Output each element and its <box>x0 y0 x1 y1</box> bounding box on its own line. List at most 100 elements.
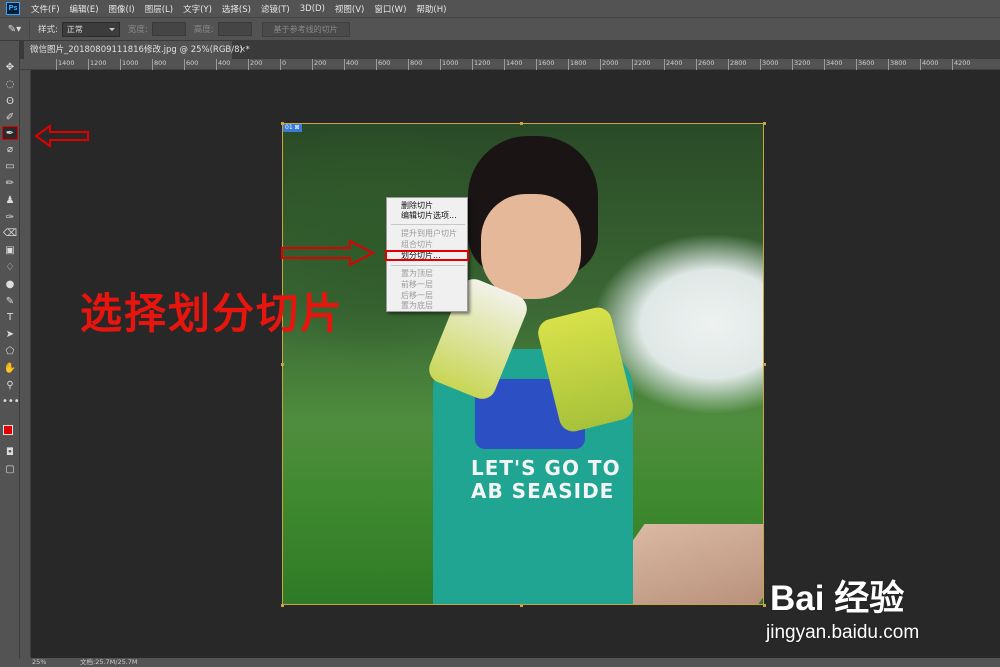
slice-handle-left[interactable] <box>281 363 284 366</box>
slice-select-tool-icon[interactable]: ✒ <box>2 126 18 140</box>
eyedropper-tool-icon[interactable]: ⌀ <box>2 143 18 157</box>
menu-view[interactable]: 视图(V) <box>330 3 369 15</box>
menu-type[interactable]: 文字(Y) <box>178 3 217 15</box>
menu-help[interactable]: 帮助(H) <box>411 3 451 15</box>
width-label: 宽度: <box>127 25 148 35</box>
ruler-tick-label: 0 <box>279 59 287 70</box>
hand-tool-icon[interactable]: ✋ <box>2 362 18 376</box>
slice-handle-top[interactable] <box>520 122 523 125</box>
menu-item-send-backward: 后移一层 <box>401 291 433 300</box>
ruler-tick-label: 1800 <box>568 59 587 70</box>
slice-handle-right[interactable] <box>763 363 766 366</box>
type-tool-icon[interactable]: T <box>2 311 18 325</box>
move-tool-icon[interactable]: ✥ <box>2 61 18 75</box>
menu-3d[interactable]: 3D(D) <box>295 4 330 14</box>
menu-select[interactable]: 选择(S) <box>217 3 256 15</box>
zoom-level[interactable]: 25% <box>32 658 46 667</box>
path-select-tool-icon[interactable]: ➤ <box>2 328 18 342</box>
quick-mask-icon[interactable]: ◘ <box>2 446 18 460</box>
menu-image[interactable]: 图像(I) <box>104 3 140 15</box>
slice-handle-top-right[interactable] <box>763 122 766 125</box>
document-canvas[interactable]: LET'S GO TO AB SEASIDE 01 ⊠ <box>282 123 764 605</box>
slices-from-guides-button[interactable]: 基于参考线的切片 <box>261 21 350 37</box>
menu-item-bring-forward: 前移一层 <box>401 280 433 289</box>
width-field[interactable] <box>151 22 186 36</box>
shirt-text: LET'S GO TO AB SEASIDE <box>471 457 621 503</box>
arrow-to-tool-icon <box>34 124 89 148</box>
more-tools-icon[interactable]: ••• <box>2 395 20 409</box>
stamp-tool-icon[interactable]: ♟ <box>2 194 18 208</box>
slice-handle-bottom[interactable] <box>520 604 523 607</box>
zoom-tool-icon[interactable]: ⚲ <box>2 379 18 393</box>
lasso-tool-icon[interactable]: ʘ <box>2 95 18 109</box>
height-field[interactable] <box>217 22 252 36</box>
ruler-tick-label: 1200 <box>88 59 107 70</box>
menu-window[interactable]: 窗口(W) <box>369 3 411 15</box>
document-tab-bar: 微信图片_20180809111816修改.jpg @ 25%(RGB/8) *… <box>20 41 1000 59</box>
menu-bar: Ps 文件(F) 编辑(E) 图像(I) 图层(L) 文字(Y) 选择(S) 滤… <box>0 0 1000 17</box>
brush-tool-icon[interactable]: ✏ <box>2 177 18 191</box>
options-bar: ✎▾ 样式: 正常 宽度: 高度: 基于参考线的切片 <box>0 17 1000 41</box>
status-bar: 25% 文档:25.7M/25.7M <box>0 658 1000 667</box>
document-tab-title: 微信图片_20180809111816修改.jpg @ 25%(RGB/8) * <box>30 45 250 55</box>
ruler-tick-label: 1400 <box>56 59 75 70</box>
tools-panel: ✥ ◌ ʘ ✐ ✒ ⌀ ▭ ✏ ♟ ✑ ⌫ ▣ ♢ ● ✎ T ➤ ⬠ ✋ ⚲ … <box>0 41 20 658</box>
height-label: 高度: <box>193 25 214 35</box>
ruler-tick-label: 600 <box>375 59 391 70</box>
marquee-tool-icon[interactable]: ◌ <box>2 78 18 92</box>
shape-tool-icon[interactable]: ⬠ <box>2 345 18 359</box>
shirt-text-line2: AB SEASIDE <box>471 479 615 503</box>
foreground-color-swatch[interactable] <box>3 425 13 435</box>
vertical-ruler <box>20 70 31 658</box>
menu-edit[interactable]: 编辑(E) <box>65 3 104 15</box>
ruler-tick-label: 400 <box>215 59 231 70</box>
ruler-tick-label: 3200 <box>792 59 811 70</box>
ruler-tick-label: 1000 <box>120 59 139 70</box>
quick-select-tool-icon[interactable]: ✐ <box>2 111 18 125</box>
divide-slice-highlight-box <box>385 250 469 261</box>
menu-layer[interactable]: 图层(L) <box>140 3 178 15</box>
ruler-tick-label: 3400 <box>824 59 843 70</box>
ruler-tick-label: 2200 <box>632 59 651 70</box>
eraser-tool-icon[interactable]: ⌫ <box>2 227 18 241</box>
menu-filter[interactable]: 滤镜(T) <box>256 3 295 15</box>
style-select[interactable]: 正常 <box>61 21 120 37</box>
document-size-info[interactable]: 文档:25.7M/25.7M <box>80 658 138 667</box>
slice-handle-top-left[interactable] <box>281 122 284 125</box>
ruler-tick-label: 2800 <box>728 59 747 70</box>
slice-select-tool-preset[interactable]: ✎▾ <box>0 19 30 39</box>
menu-separator <box>391 265 465 266</box>
close-tab-icon[interactable]: × <box>239 41 246 59</box>
pen-tool-icon[interactable]: ✎ <box>2 295 18 309</box>
document-tab[interactable]: 微信图片_20180809111816修改.jpg @ 25%(RGB/8) *… <box>24 41 250 59</box>
history-brush-icon[interactable]: ✑ <box>2 211 18 225</box>
ruler-tick-label: 3800 <box>888 59 907 70</box>
slice-handle-bottom-right[interactable] <box>763 604 766 607</box>
menu-file[interactable]: 文件(F) <box>26 3 65 15</box>
ruler-tick-label: 3000 <box>760 59 779 70</box>
horizontal-ruler: 1400 1200 1000 800 600 400 200 0 200 400 600 800 100… <box>20 59 1000 70</box>
ruler-tick-label: 200 <box>311 59 327 70</box>
menu-item-combine-slices: 组合切片 <box>401 240 433 249</box>
ruler-tick-label: 4000 <box>920 59 939 70</box>
arrow-to-menu-item-icon <box>281 239 376 267</box>
child-face <box>481 194 581 299</box>
screen-mode-icon[interactable]: ▢ <box>2 463 18 477</box>
dodge-tool-icon[interactable]: ● <box>2 278 18 292</box>
photoshop-logo: Ps <box>6 2 20 15</box>
menu-item-bring-to-front: 置为顶层 <box>401 269 433 278</box>
baidu-jingyan-watermark: Bai 经验 <box>770 579 905 618</box>
slice-handle-bottom-left[interactable] <box>281 604 284 607</box>
annotation-text: 选择划分切片 <box>80 289 345 338</box>
blur-tool-icon[interactable]: ♢ <box>2 261 18 275</box>
ruler-tick-label: 200 <box>247 59 263 70</box>
frame-tool-icon[interactable]: ▭ <box>2 160 18 174</box>
menu-item-delete-slice[interactable]: 删除切片 <box>401 201 433 210</box>
menu-item-edit-slice-options[interactable]: 编辑切片选项... <box>401 211 457 220</box>
gradient-tool-icon[interactable]: ▣ <box>2 244 18 258</box>
menu-item-send-to-back: 置为底层 <box>401 301 433 310</box>
ruler-tick-label: 600 <box>183 59 199 70</box>
slice-context-menu: 删除切片 编辑切片选项... 提升到用户切片 组合切片 划分切片... 置为顶层… <box>385 197 469 312</box>
ruler-tick-label: 1600 <box>536 59 555 70</box>
ruler-tick-label: 800 <box>151 59 167 70</box>
